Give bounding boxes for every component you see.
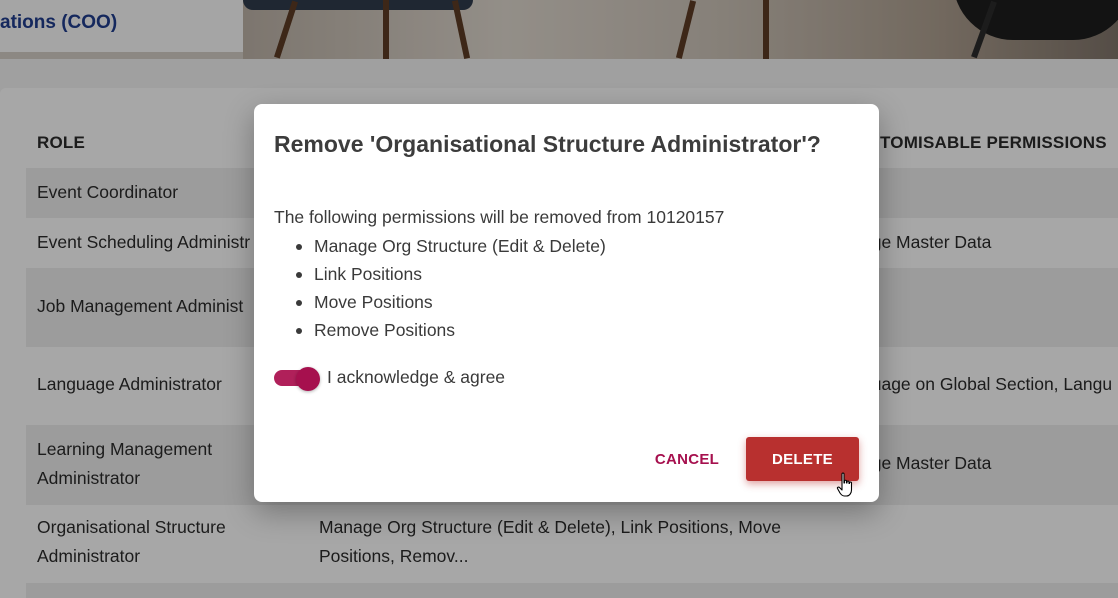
acknowledge-toggle[interactable]: [274, 367, 320, 391]
permission-label: Link Positions: [314, 264, 422, 284]
permission-label: Move Positions: [314, 292, 433, 312]
list-item: Move Positions: [294, 288, 606, 316]
permissions-list: Manage Org Structure (Edit & Delete) Lin…: [294, 232, 606, 344]
toggle-knob: [296, 367, 320, 391]
list-item: Manage Org Structure (Edit & Delete): [294, 232, 606, 260]
bullet-icon: [296, 272, 302, 278]
permission-label: Manage Org Structure (Edit & Delete): [314, 236, 606, 256]
list-item: Remove Positions: [294, 316, 606, 344]
cancel-button[interactable]: CANCEL: [644, 437, 730, 481]
bullet-icon: [296, 328, 302, 334]
acknowledge-label: I acknowledge & agree: [327, 367, 506, 387]
bullet-icon: [296, 300, 302, 306]
hand-pointer-icon: [836, 472, 853, 497]
remove-role-dialog: Remove 'Organisational Structure Adminis…: [254, 104, 879, 502]
dialog-title: Remove 'Organisational Structure Adminis…: [274, 131, 821, 157]
bullet-icon: [296, 244, 302, 250]
permission-label: Remove Positions: [314, 320, 456, 340]
dialog-intro-text: The following permissions will be remove…: [274, 207, 725, 227]
list-item: Link Positions: [294, 260, 606, 288]
